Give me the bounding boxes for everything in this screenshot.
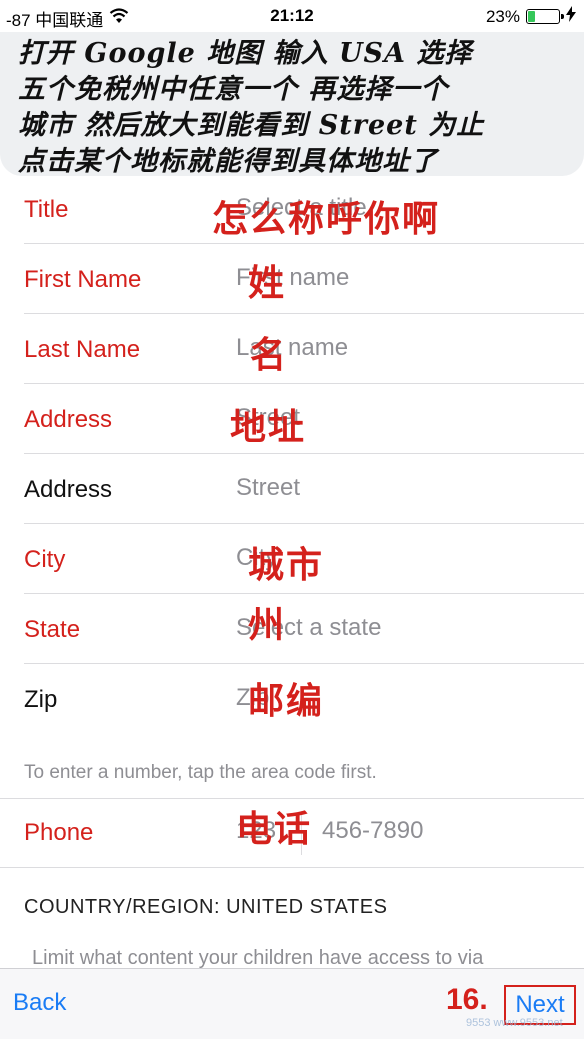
phone-hint: To enter a number, tap the area code fir… xyxy=(24,762,377,783)
instruction-line: 城市 然后放大到能看到 Street 为止 xyxy=(18,110,485,141)
battery-icon xyxy=(526,9,564,24)
title-label: Title xyxy=(24,196,69,223)
address-street-field-2[interactable]: Street xyxy=(236,474,300,502)
address-row-2[interactable]: Address Street xyxy=(24,454,584,524)
annotation-title: 怎么称呼你啊 xyxy=(212,199,441,240)
annotation-last-name: 名 xyxy=(250,335,289,376)
instruction-overlay: 打开 Google 地图 输入 USA 选择 五个免税州中任意一个 再选择一个 … xyxy=(0,30,584,177)
country-region-label: COUNTRY/REGION: UNITED STATES xyxy=(24,896,388,918)
state-label: State xyxy=(24,616,81,643)
instruction-line: 打开 Google 地图 输入 USA 选择 xyxy=(18,38,473,69)
address-label: Address xyxy=(24,406,113,433)
battery-percent: 23% xyxy=(485,6,520,26)
annotation-city: 城市 xyxy=(248,545,325,586)
annotation-first-name: 姓 xyxy=(248,263,287,304)
phone-number-field[interactable]: 456-7890 xyxy=(322,817,423,845)
address-label-2: Address xyxy=(24,476,113,503)
bottom-toolbar: Back 16. Next 9553 www.9553.net xyxy=(0,968,584,1039)
charging-bolt-icon xyxy=(566,6,576,27)
step-number: 16. xyxy=(446,983,488,1016)
status-right: 23% xyxy=(486,6,576,27)
annotation-zip: 邮编 xyxy=(248,681,325,722)
annotation-phone: 电话 xyxy=(236,809,313,850)
first-name-row[interactable]: First Name First name xyxy=(24,244,584,314)
first-name-label: First Name xyxy=(24,266,142,293)
annotation-state: 州 xyxy=(248,605,287,646)
state-row[interactable]: State Select a state xyxy=(24,594,584,664)
limit-content-text: Limit what content your children have ac… xyxy=(32,947,484,969)
zip-label: Zip xyxy=(24,686,58,713)
back-button[interactable]: Back xyxy=(13,989,66,1017)
status-bar: -87 中国联通 21:12 23% xyxy=(0,0,584,32)
annotation-address: 地址 xyxy=(230,407,307,448)
last-name-label: Last Name xyxy=(24,336,141,363)
instruction-line: 五个免税州中任意一个 再选择一个 xyxy=(18,74,449,105)
city-label: City xyxy=(24,546,66,573)
last-name-row[interactable]: Last Name Last name xyxy=(24,314,584,384)
site-watermark: 9553 www.9553.net xyxy=(466,1017,563,1029)
battery-fill xyxy=(528,11,535,22)
instruction-line: 点击某个地标就能得到具体地址了 xyxy=(18,146,438,177)
phone-label: Phone xyxy=(24,819,94,846)
